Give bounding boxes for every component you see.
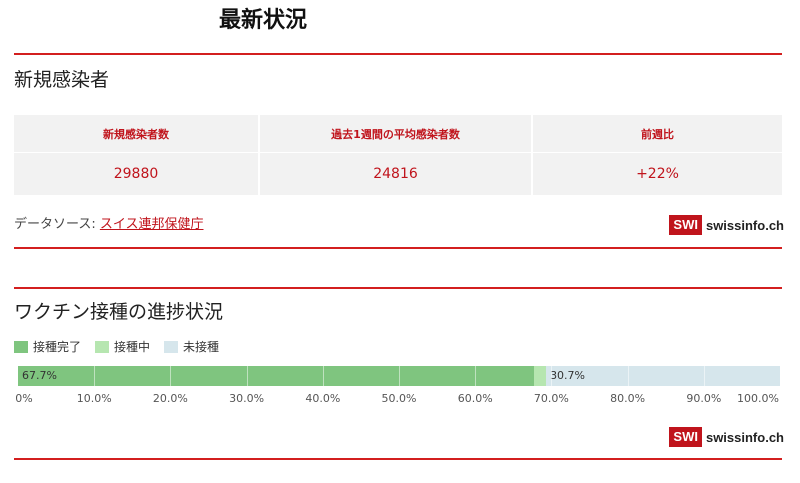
legend-swatch-not-vaccinated [164,340,179,353]
legend-label-not-vaccinated: 未接種 [183,340,220,354]
progress-grid-line [627,366,629,386]
column-header-weekly-average: 過去1週間の平均感染者数 [260,115,533,153]
data-source: データソース: スイス連邦保健庁 [14,215,204,235]
infection-stats-table: 新規感染者数 過去1週間の平均感染者数 前週比 29880 24816 +22% [14,115,782,195]
swi-logo-mark: SWI [669,427,702,447]
progress-grid-line [399,366,400,386]
value-new-cases: 29880 [14,153,260,195]
value-week-change: +22% [636,166,679,182]
axis-tick-label: 90.0% [686,392,722,405]
legend-item-in-progress: 接種中 [95,338,150,355]
swi-logo-text: swissinfo.ch [705,217,784,233]
page-title: 最新状況 [218,8,307,33]
axis-tick-label: 30.0% [229,392,265,405]
legend-item-completed: 接種完了 [14,338,81,355]
swi-logo-mark: SWI [669,215,702,235]
legend-label-in-progress: 接種中 [114,340,151,354]
data-source-link[interactable]: スイス連邦保健庁 [100,217,204,232]
swissinfo-logo[interactable]: SWI swissinfo.ch [669,214,784,236]
legend-label-completed: 接種完了 [33,340,82,354]
legend-swatch-completed [14,340,28,353]
column-header-week-change: 前週比 [533,115,782,153]
divider [14,458,782,460]
value-weekly-average: 24816 [260,153,533,195]
progress-grid-line [475,366,477,386]
axis-tick-label: 70.0% [533,392,569,405]
legend-swatch-in-progress [95,340,110,353]
progress-grid-line [322,366,324,386]
progress-grid-line [246,366,248,386]
progress-grid-line [703,366,705,386]
progress-grid-line [551,366,553,386]
progress-grid-line [94,366,96,386]
axis-tick-label: 10.0% [76,392,112,405]
axis-tick-label: 60.0% [457,392,493,405]
data-source-label: データソース: [14,217,100,232]
axis-tick-label: 100.0% [737,392,779,405]
swissinfo-logo[interactable]: SWI swissinfo.ch [669,426,784,448]
new-infections-heading: 新規感染者 [14,69,110,91]
divider [14,287,782,289]
axis-tick-label: 80.0% [610,392,646,405]
swi-logo-text: swissinfo.ch [705,429,784,445]
vaccination-progress-bar: 67.7% 30.7% [18,366,780,386]
divider [14,247,782,249]
axis-tick-label: 20.0% [152,392,188,405]
axis-tick-label: 40.0% [305,392,341,405]
axis-tick-label: 0% [15,392,33,405]
progress-segment-in-progress [533,366,547,386]
legend-item-not-vaccinated: 未接種 [164,338,219,355]
progress-grid-line [170,366,172,386]
progress-segment-completed [18,366,534,386]
progress-label-completed: 67.7% [22,369,57,382]
vaccination-legend: 接種完了 接種中 未接種 [14,338,219,355]
progress-label-not-vaccinated: 30.7% [550,369,586,382]
axis-tick-label: 50.0% [381,392,417,405]
divider [14,53,782,55]
vaccination-heading: ワクチン接種の進捗状況 [14,301,224,323]
column-header-new-cases: 新規感染者数 [14,115,260,153]
progress-axis: 0% 10.0% 20.0% 30.0% 40.0% 50.0% 60.0% 70.0% 80.… [15,392,780,408]
